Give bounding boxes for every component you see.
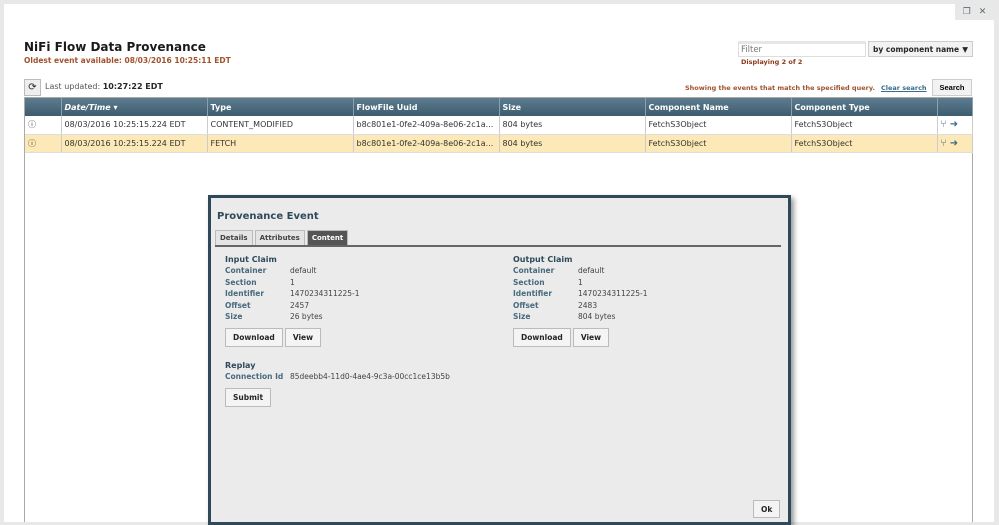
replay-title: Replay: [225, 361, 256, 370]
value: 26 bytes: [290, 312, 323, 321]
close-icon[interactable]: ✕: [979, 7, 987, 17]
query-message-text: Showing the events that match the specif…: [685, 84, 875, 92]
restore-icon[interactable]: ❐: [963, 7, 971, 17]
last-updated-value: 10:27:22 EDT: [102, 82, 163, 91]
connection-id-label: Connection Id: [225, 372, 284, 381]
label: Size: [225, 312, 243, 321]
displaying-count: Displaying 2 of 2: [741, 58, 803, 66]
label: Offset: [513, 300, 539, 310]
cell-size: 804 bytes: [499, 134, 646, 153]
cell-type: CONTENT_MODIFIED: [207, 116, 354, 135]
cell-date: 08/03/2016 10:25:15.224 EDT: [61, 116, 208, 135]
cell-component-type: FetchS3Object: [791, 134, 938, 153]
replay-section: Replay Connection Id 85deebb4-11d0-4ae4-9…: [225, 361, 495, 407]
refresh-icon: ⟳: [28, 82, 37, 93]
query-message: Showing the events that match the specif…: [685, 84, 927, 92]
info-icon[interactable]: ⓘ: [25, 116, 62, 135]
label: Offset: [225, 300, 251, 310]
page-title: NiFi Flow Data Provenance: [24, 40, 206, 54]
output-download-button[interactable]: Download: [513, 327, 571, 347]
last-updated: Last updated: 10:27:22 EDT: [45, 82, 163, 91]
cell-component-name: FetchS3Object: [645, 116, 792, 135]
label: Identifier: [225, 289, 265, 298]
col-component-name[interactable]: Component Name: [645, 98, 792, 116]
table-row[interactable]: ⓘ 08/03/2016 10:25:15.224 EDT CONTENT_MO…: [25, 116, 973, 135]
value: 2457: [290, 300, 310, 310]
filter-mode-value: by component name: [873, 45, 960, 54]
cell-uuid: b8c801e1-0fe2-409a-8e06-2c1a...: [353, 134, 500, 153]
connection-id-value: 85deebb4-11d0-4ae4-9c3a-00cc1ce13b5b: [290, 372, 450, 381]
value: default: [578, 266, 605, 275]
cell-size: 804 bytes: [499, 116, 646, 135]
table-row-selected[interactable]: ⓘ 08/03/2016 10:25:15.224 EDT FETCH b8c8…: [25, 134, 973, 153]
dialog-title: Provenance Event: [217, 211, 319, 222]
provenance-event-dialog: Provenance Event Details Attributes Cont…: [208, 195, 791, 525]
lineage-icon[interactable]: ⑂: [941, 138, 947, 149]
label: Container: [225, 266, 267, 275]
go-to-icon[interactable]: ➜: [950, 119, 958, 130]
col-actions: [937, 98, 973, 116]
value: 1470234311225-1: [578, 289, 648, 298]
col-type[interactable]: Type: [207, 98, 354, 116]
value: 2483: [578, 300, 598, 310]
cell-component-name: FetchS3Object: [645, 134, 792, 153]
label: Section: [513, 277, 545, 287]
col-uuid[interactable]: FlowFile Uuid: [353, 98, 500, 116]
input-download-button[interactable]: Download: [225, 327, 283, 347]
input-claim-title: Input Claim: [225, 255, 277, 264]
input-claim: Input Claim Container default Section 1 Id…: [225, 255, 495, 347]
chevron-down-icon: ▼: [962, 45, 968, 54]
search-button[interactable]: Search: [932, 79, 972, 96]
clear-search-link[interactable]: Clear search: [881, 84, 927, 92]
value: 1: [290, 277, 295, 287]
ok-button[interactable]: Ok: [753, 500, 780, 518]
col-datetime[interactable]: Date/Time ▾: [61, 98, 208, 116]
window-controls: ❐ ✕: [955, 4, 994, 20]
oldest-event: Oldest event available: 08/03/2016 10:25…: [24, 56, 231, 65]
output-claim-title: Output Claim: [513, 255, 573, 264]
output-view-button[interactable]: View: [572, 327, 610, 347]
refresh-button[interactable]: ⟳: [24, 79, 41, 96]
label: Container: [513, 266, 555, 275]
label: Identifier: [513, 289, 553, 298]
value: 1: [578, 277, 583, 287]
cell-component-type: FetchS3Object: [791, 116, 938, 135]
value: 804 bytes: [578, 312, 616, 321]
tab-content[interactable]: Content: [306, 230, 349, 245]
filter-input[interactable]: [738, 41, 866, 57]
go-to-icon[interactable]: ➜: [950, 138, 958, 149]
cell-date: 08/03/2016 10:25:15.224 EDT: [61, 134, 208, 153]
output-claim: Output Claim Container default Section 1 I…: [513, 255, 783, 347]
col-info: [25, 98, 62, 116]
value: 1470234311225-1: [290, 289, 360, 298]
cell-uuid: b8c801e1-0fe2-409a-8e06-2c1a...: [353, 116, 500, 135]
input-view-button[interactable]: View: [284, 327, 322, 347]
filter-mode-select[interactable]: by component name ▼: [868, 41, 973, 57]
info-icon[interactable]: ⓘ: [25, 134, 62, 153]
cell-type: FETCH: [207, 134, 354, 153]
col-component-type[interactable]: Component Type: [791, 98, 938, 116]
dialog-tabs: Details Attributes Content: [215, 230, 349, 245]
tab-attributes[interactable]: Attributes: [254, 230, 305, 245]
value: default: [290, 266, 317, 275]
submit-button[interactable]: Submit: [225, 387, 272, 407]
lineage-icon[interactable]: ⑂: [941, 119, 947, 130]
col-size[interactable]: Size: [499, 98, 646, 116]
label: Size: [513, 312, 531, 321]
tab-divider: [215, 245, 781, 247]
last-updated-label: Last updated:: [45, 82, 101, 91]
tab-details[interactable]: Details: [215, 230, 253, 245]
label: Section: [225, 277, 257, 287]
